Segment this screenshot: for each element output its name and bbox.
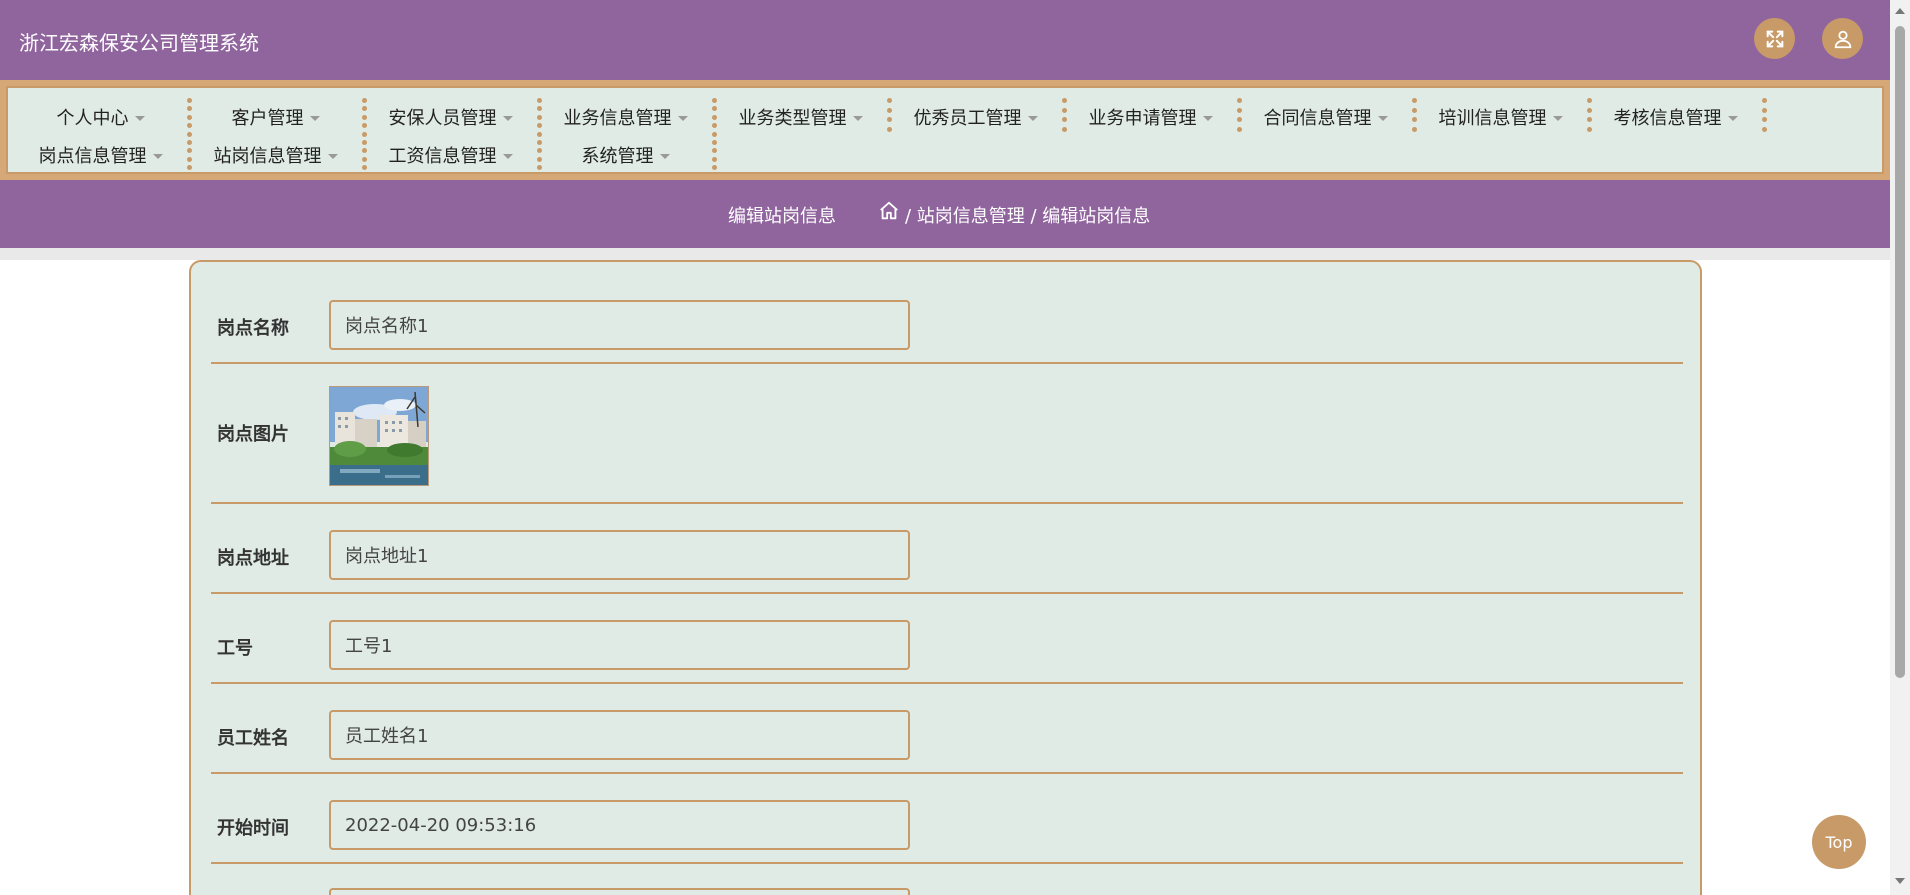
nav-item-2-1[interactable]: 岗点信息管理	[13, 140, 188, 170]
nav-item-label: 培训信息管理	[1438, 108, 1547, 129]
nav-item-label: 客户管理	[231, 108, 304, 129]
nav-item-label: 安保人员管理	[388, 108, 497, 129]
back-to-top-button[interactable]: Top	[1812, 815, 1866, 869]
nav-item-label: 工资信息管理	[388, 146, 497, 167]
nav-item-label: 业务类型管理	[738, 108, 847, 129]
nav-item-1-7[interactable]: 业务申请管理	[1063, 102, 1238, 132]
field-label: 岗点名称	[217, 318, 289, 339]
nav-item-1-8[interactable]: 合同信息管理	[1238, 102, 1413, 132]
building-photo	[330, 387, 428, 485]
fullscreen-button[interactable]	[1754, 18, 1795, 59]
caret-down-icon	[152, 153, 163, 159]
app-header: 浙江宏森保安公司管理系统	[0, 0, 1890, 80]
caret-down-icon	[1027, 115, 1038, 121]
scroll-thumb[interactable]	[1895, 26, 1905, 678]
nav-item-label: 岗点信息管理	[38, 146, 147, 167]
page-scrollbar[interactable]	[1890, 0, 1910, 895]
caret-down-icon	[502, 115, 513, 121]
nav-item-label: 个人中心	[56, 108, 129, 129]
nav-separator	[537, 98, 543, 170]
nav-separator	[1412, 98, 1418, 132]
employee-id-input[interactable]	[329, 620, 910, 670]
nav-item-1-1[interactable]: 个人中心	[13, 102, 188, 132]
user-icon	[1834, 30, 1851, 48]
nav-separator	[1237, 98, 1243, 132]
nav-item-label: 业务信息管理	[563, 108, 672, 129]
nav-item-label: 考核信息管理	[1613, 108, 1722, 129]
nav-separator	[1062, 98, 1068, 132]
caret-down-icon	[677, 115, 688, 121]
nav-item-1-3[interactable]: 安保人员管理	[363, 102, 538, 132]
main-nav: 个人中心 客户管理 安保人员管理 业务信息管理 业务类型管理 优秀员工管理 业务申请管理 合同…	[0, 80, 1890, 180]
edit-form: 岗点名称 岗点图片	[189, 260, 1702, 895]
nav-item-label: 站岗信息管理	[213, 146, 322, 167]
nav-item-1-9[interactable]: 培训信息管理	[1413, 102, 1588, 132]
caret-down-icon	[134, 115, 145, 121]
nav-separator	[1762, 98, 1768, 132]
nav-item-1-6[interactable]: 优秀员工管理	[888, 102, 1063, 132]
caret-down-icon	[852, 115, 863, 121]
app-title: 浙江宏森保安公司管理系统	[19, 31, 259, 55]
field-label: 岗点地址	[217, 548, 289, 569]
nav-separator	[1587, 98, 1593, 132]
breadcrumb-path[interactable]: / 站岗信息管理 / 编辑站岗信息	[905, 202, 1150, 228]
start-time-input[interactable]	[329, 800, 910, 850]
employee-name-input[interactable]	[329, 710, 910, 760]
nav-item-2-2[interactable]: 站岗信息管理	[188, 140, 363, 170]
page-title: 编辑站岗信息	[728, 206, 836, 227]
caret-down-icon	[1552, 115, 1563, 121]
next-field-input[interactable]	[329, 888, 910, 895]
form-row-employee-name: 员工姓名	[211, 684, 1683, 774]
post-image-thumbnail[interactable]	[329, 386, 429, 486]
nav-panel: 个人中心 客户管理 安保人员管理 业务信息管理 业务类型管理 优秀员工管理 业务申请管理 合同…	[6, 86, 1884, 174]
field-label: 开始时间	[217, 818, 289, 839]
nav-separator	[887, 98, 893, 132]
nav-item-label: 优秀员工管理	[913, 108, 1022, 129]
form-row-post-name: 岗点名称	[211, 262, 1683, 364]
nav-item-label: 合同信息管理	[1263, 108, 1372, 129]
caret-down-icon	[1727, 115, 1738, 121]
caret-down-icon	[327, 153, 338, 159]
nav-separator	[362, 98, 368, 170]
caret-down-icon	[1377, 115, 1388, 121]
divider-strip	[0, 248, 1890, 260]
scroll-up-arrow[interactable]	[1895, 8, 1905, 14]
user-menu-button[interactable]	[1822, 18, 1863, 59]
post-name-input[interactable]	[329, 300, 910, 350]
expand-icon	[1766, 30, 1783, 47]
field-label: 员工姓名	[217, 728, 289, 749]
home-icon[interactable]	[878, 200, 900, 222]
breadcrumb-bar: 编辑站岗信息 / 站岗信息管理 / 编辑站岗信息	[0, 180, 1890, 248]
nav-item-2-3[interactable]: 工资信息管理	[363, 140, 538, 170]
form-row-post-image: 岗点图片	[211, 364, 1683, 504]
form-row-post-address: 岗点地址	[211, 504, 1683, 594]
nav-item-1-2[interactable]: 客户管理	[188, 102, 363, 132]
caret-down-icon	[659, 153, 670, 159]
nav-separator	[712, 98, 718, 170]
nav-item-label: 系统管理	[581, 146, 654, 167]
scroll-down-arrow[interactable]	[1895, 878, 1905, 884]
nav-item-2-4[interactable]: 系统管理	[538, 140, 713, 170]
nav-item-1-4[interactable]: 业务信息管理	[538, 102, 713, 132]
nav-item-1-5[interactable]: 业务类型管理	[713, 102, 888, 132]
nav-item-label: 业务申请管理	[1088, 108, 1197, 129]
field-label: 岗点图片	[217, 424, 289, 445]
caret-down-icon	[502, 153, 513, 159]
form-row-employee-id: 工号	[211, 594, 1683, 684]
post-address-input[interactable]	[329, 530, 910, 580]
nav-item-1-10[interactable]: 考核信息管理	[1588, 102, 1763, 132]
nav-separator	[187, 98, 193, 170]
caret-down-icon	[1202, 115, 1213, 121]
form-row-start-time: 开始时间	[211, 774, 1683, 864]
field-label: 工号	[217, 638, 253, 659]
caret-down-icon	[309, 115, 320, 121]
